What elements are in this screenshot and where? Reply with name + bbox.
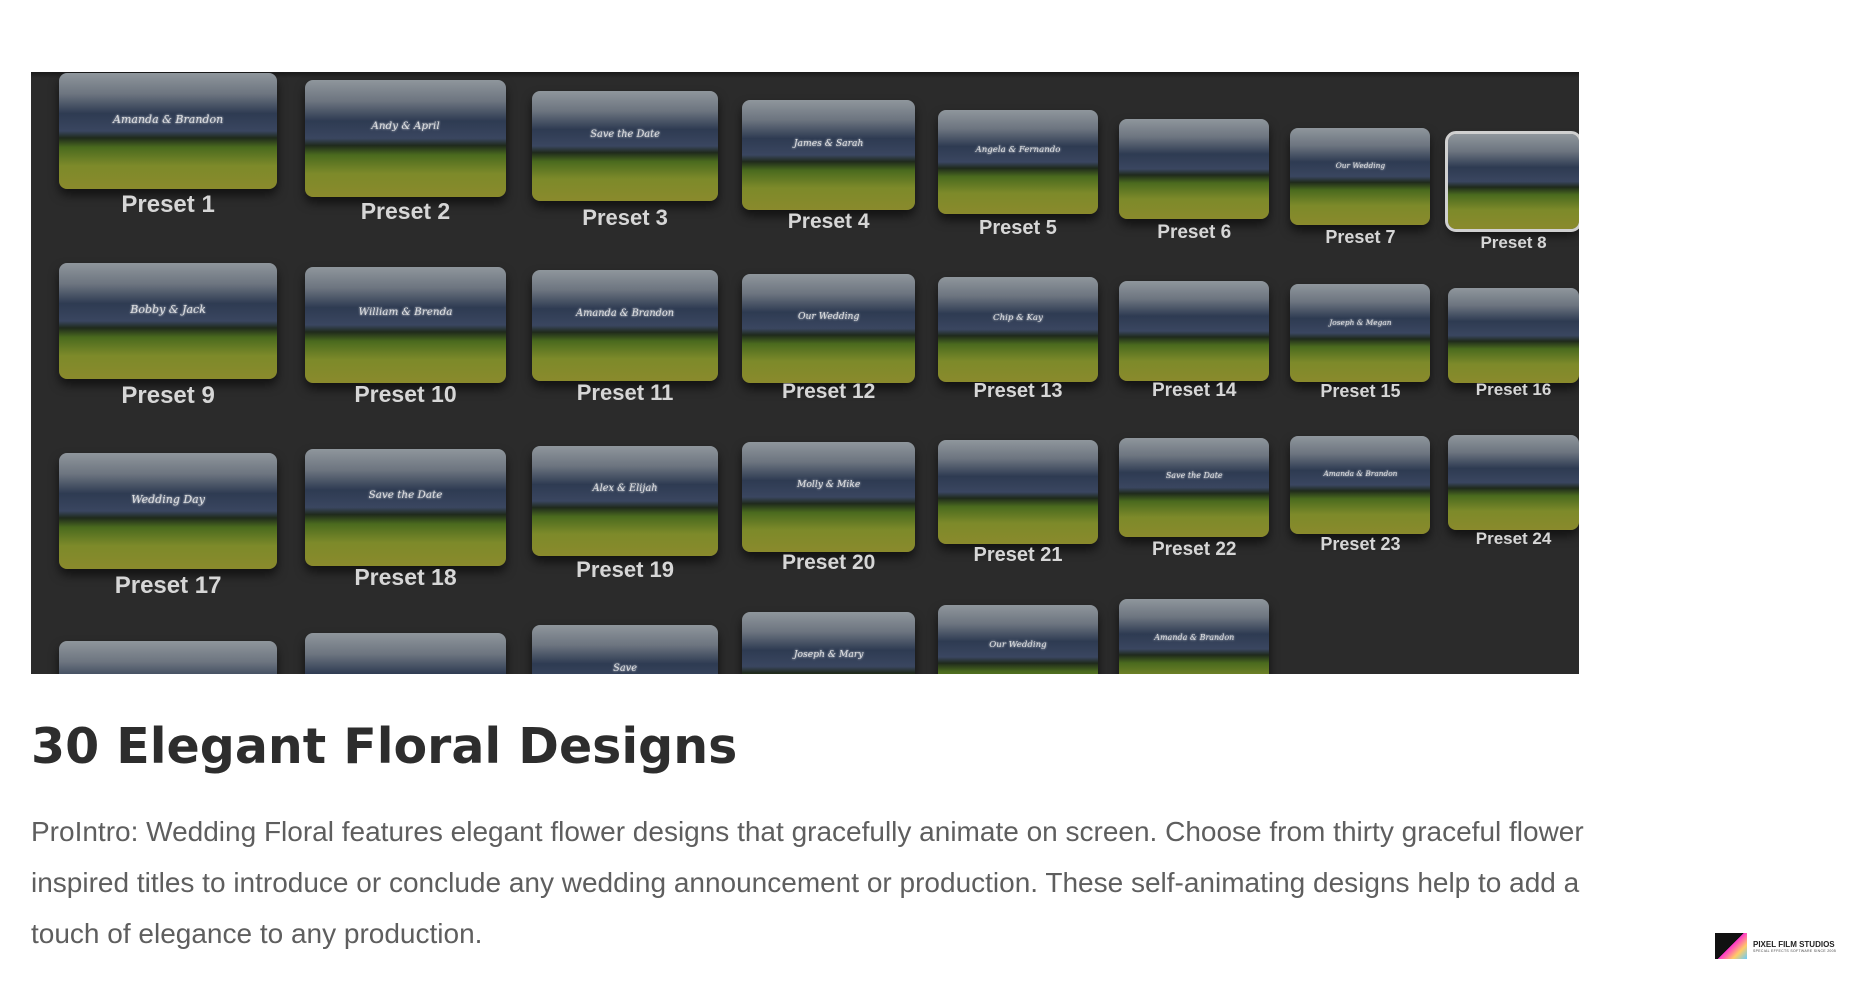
preset-thumbnail[interactable] [59, 640, 277, 674]
preset-thumbnail[interactable] [1119, 119, 1270, 220]
preset-label: Preset 14 [1151, 379, 1237, 401]
preset-thumbnail[interactable]: Save the Date [1119, 437, 1270, 538]
preset-thumbnail[interactable]: Amanda & Brandon [59, 73, 277, 190]
preset-thumbnail[interactable]: Joseph & Megan [1290, 284, 1431, 382]
preset-title-overlay: Molly & Mike [796, 479, 861, 491]
preset-title-overlay: James & Sarah [793, 137, 864, 149]
section-heading: 30 Elegant Floral Designs [31, 718, 738, 775]
preset-thumbnail[interactable]: Wedding Day [59, 453, 277, 570]
preset-title-overlay: Joseph & Megan [1329, 317, 1392, 327]
preset-title-overlay: Amanda & Brandon [113, 112, 224, 126]
preset-label: Preset 10 [354, 381, 457, 408]
preset-thumbnail[interactable]: Our Wedding [1290, 127, 1431, 226]
preset-label: Preset 11 [576, 380, 674, 406]
preset-title-overlay: Our Wedding [989, 640, 1047, 651]
preset-label: Preset 23 [1320, 533, 1401, 554]
section-description: ProIntro: Wedding Floral features elegan… [31, 816, 1584, 949]
preset-gallery-image: Amanda & Brandon Preset 1 Andy & April Pres… [31, 72, 1579, 674]
preset-thumbnail[interactable]: Save [531, 625, 719, 674]
preset-label: Preset 3 [582, 204, 668, 230]
preset-thumbnail[interactable]: Our Wedding [742, 273, 916, 383]
logo-name: PIXEL FILM STUDIOS [1753, 939, 1835, 949]
preset-label: Preset 8 [1480, 232, 1547, 252]
preset-thumbnail[interactable]: Amanda & Brandon [1119, 599, 1270, 674]
preset-label: Preset 21 [973, 544, 1063, 567]
preset-label: Preset 7 [1325, 227, 1396, 248]
preset-title-overlay: Save the Date [368, 488, 443, 501]
preset-label: Preset 15 [1320, 380, 1401, 401]
preset-title-overlay: William & Brenda [358, 306, 453, 319]
preset-thumbnail[interactable]: Bobby & Jack [59, 263, 277, 380]
preset-thumbnail[interactable]: Molly & Mike [742, 442, 916, 552]
preset-thumbnail[interactable]: Our Wedding [937, 604, 1099, 674]
preset-title-overlay: Amanda & Brandon [1323, 469, 1398, 479]
preset-title-overlay: Andy & April [371, 119, 440, 132]
preset-thumbnail[interactable]: Chip & Kay [937, 277, 1099, 382]
logo-tagline: SPECIAL EFFECTS SOFTWARE SINCE 2005 [1753, 948, 1837, 953]
preset-title-overlay: Wedding Day [131, 492, 205, 506]
preset-title-overlay: Alex & Elijah [592, 483, 658, 495]
preset-label: Preset 12 [781, 379, 876, 403]
preset-thumbnail[interactable]: Save the Date [531, 90, 719, 202]
preset-label: Preset 24 [1475, 529, 1552, 549]
preset-thumbnail[interactable]: Angela & Fernando [937, 109, 1099, 215]
preset-title-overlay: Save [613, 662, 638, 674]
preset-thumbnail[interactable]: Alex & Elijah [531, 445, 719, 557]
preset-thumbnail[interactable] [1448, 288, 1579, 383]
preset-title-overlay: Our Wedding [1335, 160, 1386, 170]
preset-label: Preset 9 [121, 381, 215, 409]
preset-title-overlay: Angela & Fernando [975, 145, 1061, 156]
preset-title-overlay: Joseph & Mary [793, 649, 864, 661]
preset-label: Preset 13 [973, 380, 1063, 403]
preset-label: Preset 18 [354, 563, 457, 590]
preset-thumbnail[interactable]: William & Brenda [305, 266, 506, 383]
preset-label: Preset 5 [979, 216, 1057, 239]
preset-thumbnail[interactable]: James & Sarah [742, 100, 916, 210]
preset-label: Preset 1 [121, 190, 215, 218]
preset-label: Preset 4 [787, 210, 870, 234]
preset-thumbnail[interactable] [937, 439, 1099, 545]
preset-title-overlay: Our Wedding [797, 310, 860, 322]
pixel-film-studios-logo: PIXEL FILM STUDIOS SPECIAL EFFECTS SOFTW… [1715, 933, 1836, 959]
preset-thumbnail[interactable]: Amanda & Brandon [1290, 436, 1431, 534]
preset-label: Preset 19 [576, 557, 674, 583]
preset-title-overlay: Chip & Kay [993, 312, 1043, 323]
preset-thumbnail[interactable]: Andy & April [305, 80, 506, 197]
preset-label: Preset 22 [1151, 538, 1237, 560]
preset-title-overlay: Bobby & Jack [130, 302, 206, 316]
preset-label: Preset 16 [1475, 379, 1552, 399]
preset-label: Preset 6 [1157, 222, 1232, 244]
preset-thumbnail[interactable]: Joseph & Mary [742, 612, 916, 674]
preset-thumbnail[interactable]: Save the Date [305, 449, 506, 566]
preset-thumbnail[interactable] [1119, 280, 1270, 381]
preset-label: Preset 20 [781, 550, 876, 574]
preset-title-overlay: Save the Date [1165, 471, 1223, 481]
preset-title-overlay: Amanda & Brandon [1154, 632, 1235, 642]
preset-thumbnail[interactable] [1445, 130, 1579, 232]
film-strip-logo-icon [1715, 933, 1747, 959]
preset-label: Preset 2 [360, 198, 451, 225]
preset-thumbnail[interactable] [305, 633, 506, 674]
preset-title-overlay: Amanda & Brandon [576, 307, 675, 319]
preset-thumbnail[interactable] [1448, 435, 1579, 531]
preset-title-overlay: Save the Date [590, 128, 660, 140]
preset-label: Preset 17 [114, 571, 222, 599]
preset-thumbnail[interactable]: Amanda & Brandon [531, 270, 719, 381]
